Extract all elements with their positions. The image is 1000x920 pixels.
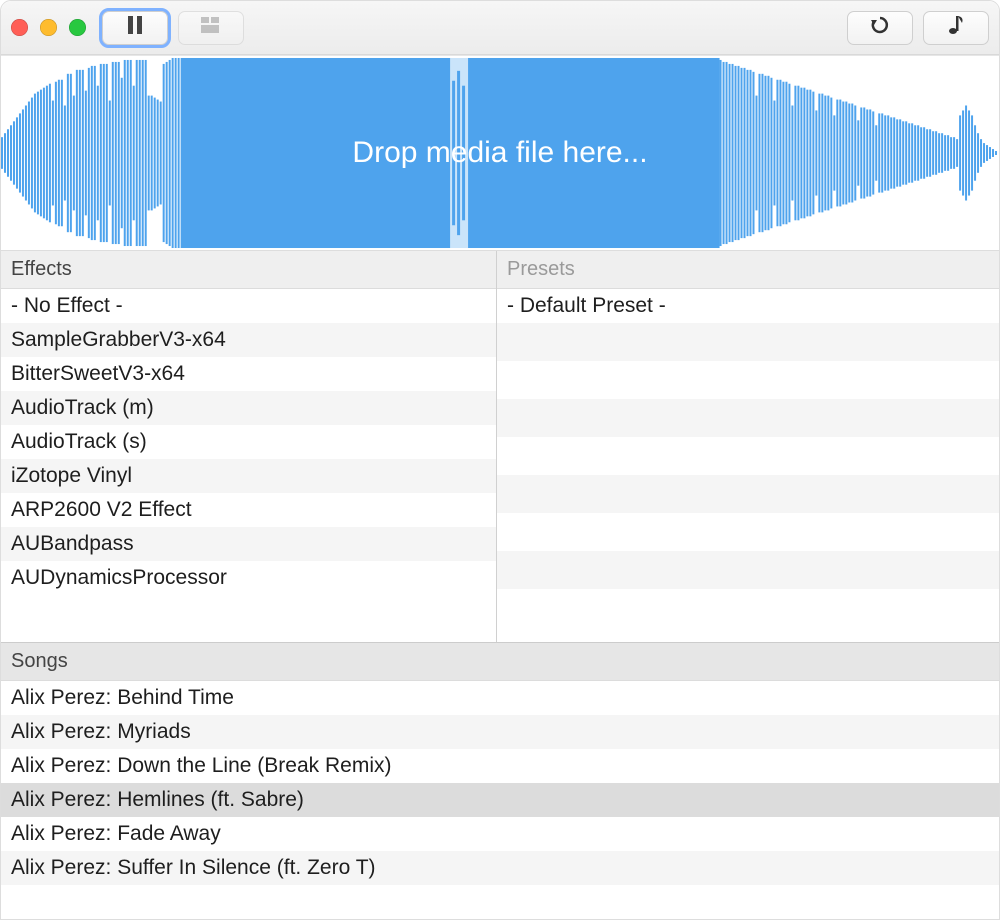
- effects-row[interactable]: AudioTrack (m): [1, 391, 496, 425]
- effects-row[interactable]: SampleGrabberV3-x64: [1, 323, 496, 357]
- effects-row[interactable]: BitterSweetV3-x64: [1, 357, 496, 391]
- presets-row-empty: [497, 323, 999, 361]
- songs-header: Songs: [1, 643, 999, 681]
- pause-button[interactable]: [102, 11, 168, 45]
- presets-row-empty: [497, 399, 999, 437]
- pause-icon: [127, 16, 143, 40]
- effects-presets-split: Effects - No Effect -SampleGrabberV3-x64…: [1, 251, 999, 643]
- presets-row-empty: [497, 589, 999, 627]
- presets-header: Presets: [497, 251, 999, 289]
- dropzone-label: Drop media file here...: [352, 136, 647, 170]
- songs-row[interactable]: Alix Perez: Fade Away: [1, 817, 999, 851]
- effects-row[interactable]: ARP2600 V2 Effect: [1, 493, 496, 527]
- presets-row-empty: [497, 475, 999, 513]
- effects-row[interactable]: AUDynamicsProcessor: [1, 561, 496, 595]
- songs-row[interactable]: Alix Perez: Myriads: [1, 715, 999, 749]
- songs-row[interactable]: Alix Perez: Behind Time: [1, 681, 999, 715]
- presets-panel: Presets - Default Preset -: [497, 251, 999, 642]
- effects-header: Effects: [1, 251, 496, 289]
- songs-row[interactable]: Alix Perez: Down the Line (Break Remix): [1, 749, 999, 783]
- zoom-window-button[interactable]: [69, 19, 86, 36]
- effects-row[interactable]: iZotope Vinyl: [1, 459, 496, 493]
- effects-panel: Effects - No Effect -SampleGrabberV3-x64…: [1, 251, 497, 642]
- presets-row-empty: [497, 513, 999, 551]
- effects-list[interactable]: - No Effect -SampleGrabberV3-x64BitterSw…: [1, 289, 496, 642]
- presets-row[interactable]: - Default Preset -: [497, 289, 999, 323]
- waveform-dropzone[interactable]: Drop media file here...: [1, 55, 999, 251]
- app-window: Drop media file here... Effects - No Eff…: [0, 0, 1000, 920]
- reload-icon: [870, 15, 890, 41]
- reload-button[interactable]: [847, 11, 913, 45]
- music-note-icon: [948, 15, 964, 41]
- minimize-window-button[interactable]: [40, 19, 57, 36]
- songs-panel: Songs Alix Perez: Behind TimeAlix Perez:…: [1, 643, 999, 919]
- presets-list[interactable]: - Default Preset -: [497, 289, 999, 642]
- effects-row[interactable]: - No Effect -: [1, 289, 496, 323]
- titlebar: [1, 1, 999, 55]
- music-button[interactable]: [923, 11, 989, 45]
- presets-row-empty: [497, 551, 999, 589]
- effects-row[interactable]: AUBandpass: [1, 527, 496, 561]
- database-icon: [201, 16, 221, 39]
- presets-row-empty: [497, 437, 999, 475]
- presets-row-empty: [497, 361, 999, 399]
- db-button: [178, 11, 244, 45]
- songs-list[interactable]: Alix Perez: Behind TimeAlix Perez: Myria…: [1, 681, 999, 919]
- songs-row[interactable]: Alix Perez: Suffer In Silence (ft. Zero …: [1, 851, 999, 885]
- close-window-button[interactable]: [11, 19, 28, 36]
- songs-row[interactable]: Alix Perez: Hemlines (ft. Sabre): [1, 783, 999, 817]
- window-controls: [11, 19, 86, 36]
- effects-row[interactable]: AudioTrack (s): [1, 425, 496, 459]
